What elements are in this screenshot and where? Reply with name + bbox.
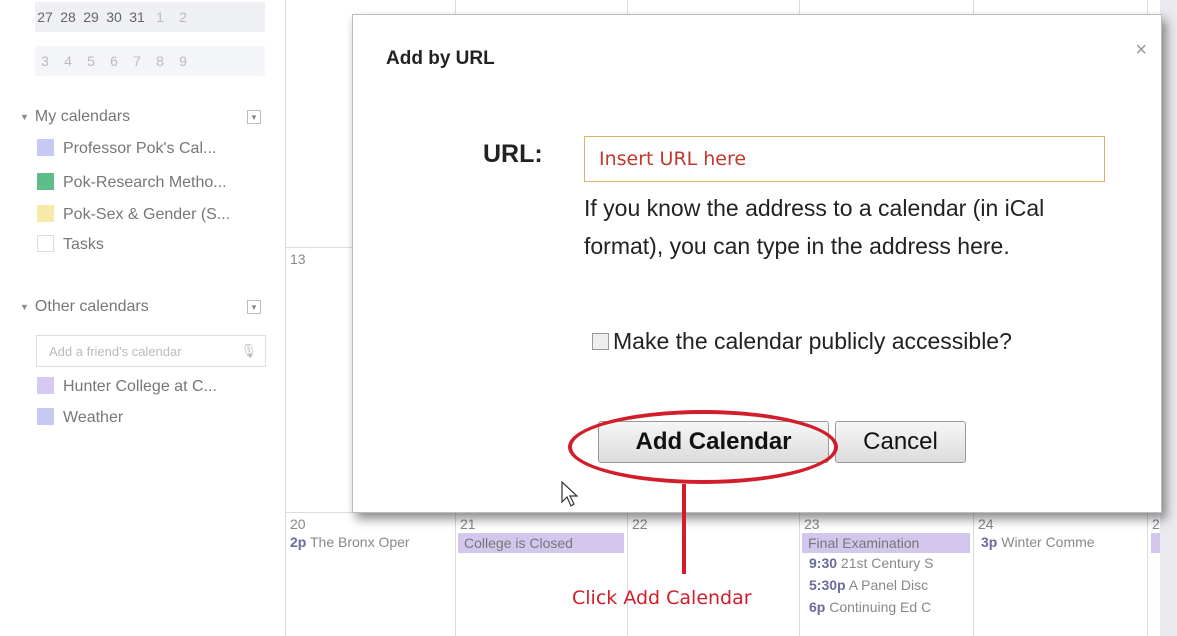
annotation-pointer-line	[682, 484, 686, 574]
collapse-arrow-icon[interactable]: ▼	[20, 302, 29, 312]
mini-calendar-day[interactable]: 7	[127, 46, 147, 76]
all-day-event[interactable]: Final Examination	[802, 533, 970, 553]
add-friend-calendar-input[interactable]: Add a friend's calendar 🎙	[36, 335, 266, 367]
event-title: A Panel Disc	[848, 577, 929, 593]
day-number[interactable]: 23	[804, 516, 820, 532]
mini-calendar-day[interactable]: 3	[35, 46, 55, 76]
mini-calendar-day[interactable]: 4	[58, 46, 78, 76]
calendar-event[interactable]: 5:30p A Panel Disc	[809, 577, 971, 593]
event-title: Continuing Ed C	[829, 599, 932, 615]
cancel-button[interactable]: Cancel	[835, 421, 966, 463]
add-friend-calendar-placeholder: Add a friend's calendar	[49, 344, 182, 359]
calendar-item[interactable]: Professor Pok's Cal...	[37, 139, 216, 158]
other-calendars-heading: Other calendars	[34, 298, 149, 315]
calendar-item[interactable]: Pok-Research Metho...	[37, 173, 227, 192]
mouse-pointer-icon	[561, 480, 579, 507]
calendar-item[interactable]: Weather	[37, 408, 123, 427]
calendar-color-swatch	[37, 235, 54, 252]
close-icon[interactable]: ×	[1135, 39, 1147, 62]
calendar-color-swatch	[37, 377, 54, 394]
url-label: URL:	[483, 140, 543, 168]
annotation-text: Click Add Calendar	[572, 587, 752, 609]
calendar-event[interactable]: 9:30 21st Century S	[809, 555, 971, 571]
mini-calendar-day[interactable]: 1	[150, 2, 170, 32]
my-calendars-heading: My calendars	[34, 108, 131, 125]
calendar-color-swatch	[37, 408, 54, 425]
calendar-event[interactable]: 2p The Bronx Oper	[290, 534, 452, 550]
event-title: Winter Comme	[1001, 534, 1095, 550]
day-number[interactable]: 13	[290, 251, 306, 267]
microphone-icon[interactable]: 🎙	[240, 343, 257, 359]
mini-calendar-day[interactable]: 8	[150, 46, 170, 76]
scrollbar-track[interactable]	[1160, 0, 1177, 636]
day-number[interactable]: 20	[290, 516, 306, 532]
mini-calendar-day[interactable]: 6	[104, 46, 124, 76]
calendar-event[interactable]: 6p Continuing Ed C	[809, 599, 971, 615]
mini-calendar-day[interactable]: 30	[104, 2, 124, 32]
all-day-event[interactable]: College is Closed	[458, 533, 624, 553]
day-number[interactable]: 21	[460, 516, 476, 532]
event-time: 6p	[809, 599, 826, 615]
grid-divider	[285, 0, 286, 636]
mini-calendar-day[interactable]: 9	[173, 46, 193, 76]
collapse-arrow-icon[interactable]: ▼	[20, 112, 29, 122]
mini-calendar-week-row: 27 28 29 30 31 1 2	[35, 2, 265, 32]
public-option[interactable]: Make the calendar publicly accessible?	[584, 322, 1104, 360]
public-checkbox-label: Make the calendar publicly accessible?	[613, 328, 1012, 354]
calendar-item-label: Tasks	[63, 236, 104, 253]
mini-calendar-week-row: 3456789	[35, 46, 265, 76]
calendar-item[interactable]: Hunter College at C...	[37, 377, 217, 396]
mini-calendar-day[interactable]: 29	[81, 2, 101, 32]
calendar-item-label: Weather	[63, 409, 124, 426]
day-number[interactable]: 22	[632, 516, 648, 532]
mini-calendar-day[interactable]: 5	[81, 46, 101, 76]
calendar-item-label: Pok-Sex & Gender (S...	[63, 206, 231, 223]
calendar-item-label: Pok-Research Metho...	[63, 174, 227, 191]
calendar-item-label: Hunter College at C...	[63, 378, 217, 395]
event-title: 21st Century S	[840, 555, 934, 571]
day-number[interactable]: 24	[978, 516, 994, 532]
my-calendars-header[interactable]: ▼ My calendars	[20, 108, 130, 126]
calendar-event[interactable]: 3p Winter Comme	[981, 534, 1145, 550]
sidebar: 27 28 29 30 31 1 2 3456789 ▼ My calendars ▼ Pro…	[0, 0, 285, 636]
annotation-highlight-ellipse	[568, 410, 838, 484]
calendar-color-swatch	[37, 139, 54, 156]
day-number[interactable]: 2	[1152, 516, 1160, 532]
help-text: If you know the address to a calendar (i…	[584, 195, 1045, 259]
event-time: 9:30	[809, 555, 838, 571]
event-time: 3p	[981, 534, 998, 550]
calendar-color-swatch	[37, 173, 54, 190]
mini-calendar-day[interactable]: 27	[35, 2, 55, 32]
mini-calendar-day[interactable]: 28	[58, 2, 78, 32]
other-calendars-header[interactable]: ▼ Other calendars	[20, 298, 149, 316]
event-title: The Bronx Oper	[309, 534, 410, 550]
mini-calendar-day[interactable]: 31	[127, 2, 147, 32]
calendar-item[interactable]: Tasks	[37, 235, 104, 254]
mini-calendar-day[interactable]: 2	[173, 2, 193, 32]
event-time: 5:30p	[809, 577, 846, 593]
url-input[interactable]	[584, 136, 1105, 182]
calendar-item-label: Professor Pok's Cal...	[63, 140, 217, 157]
event-time: 2p	[290, 534, 307, 550]
calendar-item[interactable]: Pok-Sex & Gender (S...	[37, 205, 230, 224]
calendar-color-swatch	[37, 205, 54, 222]
public-checkbox[interactable]	[592, 333, 609, 350]
dialog-title: Add by URL	[386, 48, 495, 69]
other-calendars-dropdown-icon[interactable]: ▼	[247, 300, 261, 314]
my-calendars-dropdown-icon[interactable]: ▼	[247, 110, 261, 124]
